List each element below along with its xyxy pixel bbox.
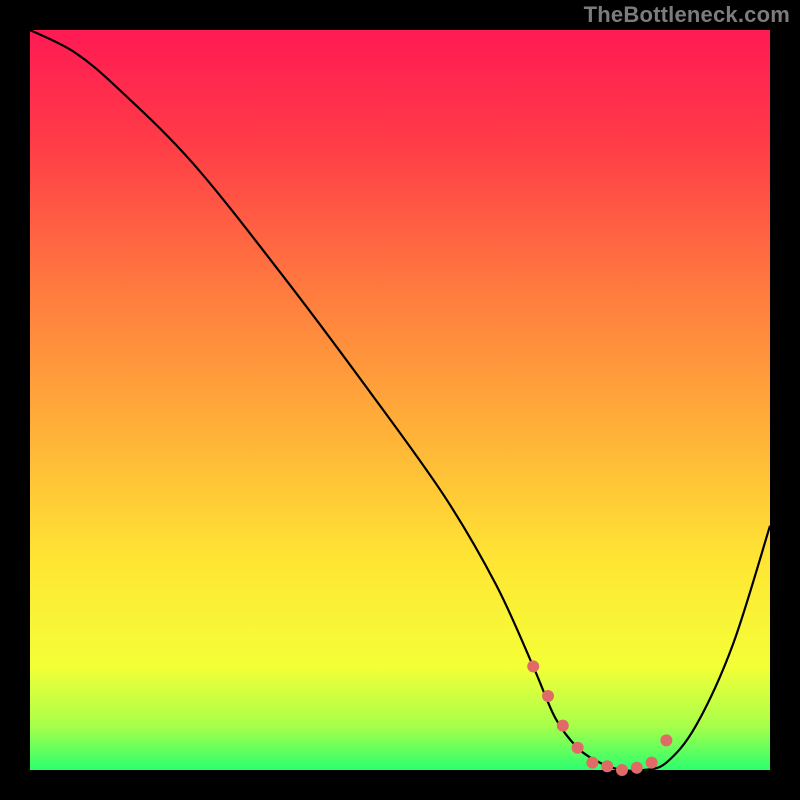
curve-marker: [527, 660, 539, 672]
curve-marker: [542, 690, 554, 702]
curve-marker: [631, 762, 643, 774]
curve-marker: [557, 720, 569, 732]
curve-marker: [646, 757, 658, 769]
curve-marker: [572, 742, 584, 754]
plot-background: [30, 30, 770, 770]
bottleneck-chart: [0, 0, 800, 800]
chart-frame: TheBottleneck.com: [0, 0, 800, 800]
curve-marker: [601, 760, 613, 772]
curve-marker: [586, 757, 598, 769]
curve-marker: [616, 764, 628, 776]
curve-marker: [660, 734, 672, 746]
